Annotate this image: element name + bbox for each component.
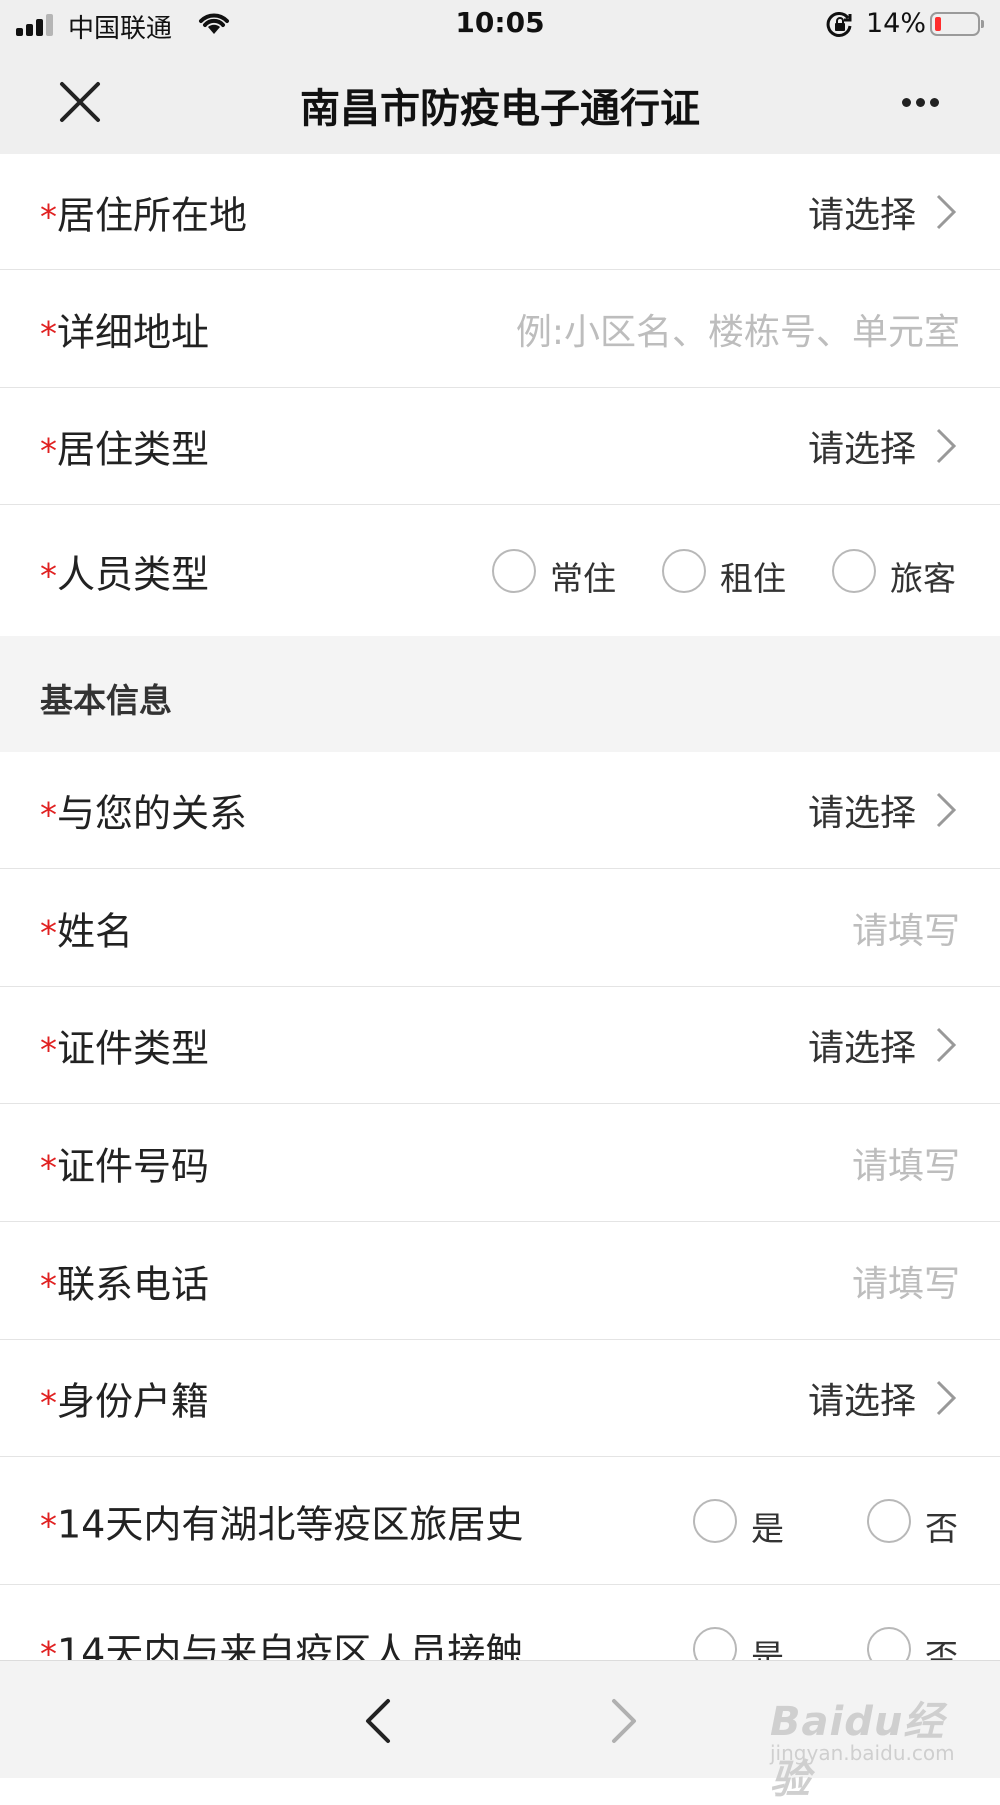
radio-option[interactable]: 常住 — [492, 548, 622, 598]
address-input[interactable]: 例:小区名、楼栋号、单元室 — [516, 303, 960, 355]
field-label: *与您的关系 — [40, 791, 248, 836]
field-label: *证件类型 — [40, 1026, 210, 1071]
form-row-id-type[interactable]: *证件类型 请选择 — [0, 987, 1000, 1104]
chevron-right-icon — [936, 194, 957, 229]
field-label: *居住所在地 — [40, 193, 248, 237]
chevron-left-icon[interactable] — [358, 1697, 398, 1745]
select-value[interactable]: 请选择 — [808, 784, 916, 836]
form-row-household[interactable]: *身份户籍 请选择 — [0, 1340, 1000, 1457]
select-value[interactable]: 请选择 — [808, 1019, 916, 1071]
page-title: 南昌市防疫电子通行证 — [300, 86, 700, 132]
radio-circle-icon — [662, 548, 706, 593]
field-label: *姓名 — [40, 909, 134, 953]
chevron-right-icon — [936, 1027, 957, 1063]
field-label: *身份户籍 — [40, 1379, 210, 1424]
chevron-right-icon — [936, 792, 957, 828]
radio-circle-icon — [492, 548, 536, 593]
form-row-person-type: *人员类型 常住 租住 旅客 — [0, 505, 1000, 636]
rotation-lock-icon — [826, 12, 852, 37]
form-row-relation[interactable]: *与您的关系 请选择 — [0, 752, 1000, 869]
name-input[interactable]: 请填写 — [852, 902, 960, 954]
field-label: *联系电话 — [40, 1262, 210, 1306]
select-value[interactable]: 请选择 — [808, 186, 916, 238]
field-label: *详细地址 — [40, 310, 210, 354]
phone-input[interactable]: 请填写 — [852, 1255, 960, 1307]
form-row-residence[interactable]: *居住所在地 请选择 — [0, 154, 1000, 270]
field-label: *人员类型 — [40, 552, 210, 596]
field-label: *证件号码 — [40, 1144, 210, 1188]
radio-circle-icon — [867, 1498, 911, 1543]
radio-circle-icon — [832, 548, 876, 593]
status-bar: 中国联通 10:05 14% — [0, 0, 1000, 50]
select-value[interactable]: 请选择 — [808, 420, 916, 472]
form-row-name[interactable]: *姓名 请填写 — [0, 869, 1000, 987]
radio-circle-icon — [693, 1498, 737, 1543]
more-icon[interactable] — [890, 88, 950, 116]
form-row-phone[interactable]: *联系电话 请填写 — [0, 1222, 1000, 1340]
radio-option[interactable]: 租住 — [662, 548, 792, 598]
section-header: 基本信息 — [0, 636, 1000, 752]
chevron-right-icon — [936, 428, 957, 464]
field-label: *14天内有湖北等疫区旅居史 — [40, 1502, 524, 1546]
battery-icon — [930, 12, 984, 36]
bottom-toolbar: Baidu经验 jingyan.baidu.com — [0, 1660, 1000, 1803]
radio-option-yes[interactable]: 是 — [693, 1498, 803, 1548]
battery-percent: 14% — [866, 8, 927, 39]
form-row-id-number[interactable]: *证件号码 请填写 — [0, 1104, 1000, 1222]
form-row-residence-type[interactable]: *居住类型 请选择 — [0, 388, 1000, 505]
radio-option-no[interactable]: 否 — [867, 1498, 977, 1548]
form-row-travel-history: *14天内有湖北等疫区旅居史 是 否 — [0, 1457, 1000, 1585]
id-number-input[interactable]: 请填写 — [852, 1137, 960, 1189]
radio-option[interactable]: 旅客 — [832, 548, 962, 598]
field-label: *居住类型 — [40, 427, 210, 472]
chevron-right-icon — [936, 1380, 957, 1416]
form-row-address[interactable]: *详细地址 例:小区名、楼栋号、单元室 — [0, 270, 1000, 388]
chevron-right-icon[interactable] — [604, 1697, 644, 1745]
baidu-watermark: Baidu经验 jingyan.baidu.com — [770, 1699, 955, 1803]
nav-bar: 南昌市防疫电子通行证 — [0, 50, 1000, 154]
select-value[interactable]: 请选择 — [808, 1372, 916, 1424]
section-title: 基本信息 — [40, 681, 172, 720]
